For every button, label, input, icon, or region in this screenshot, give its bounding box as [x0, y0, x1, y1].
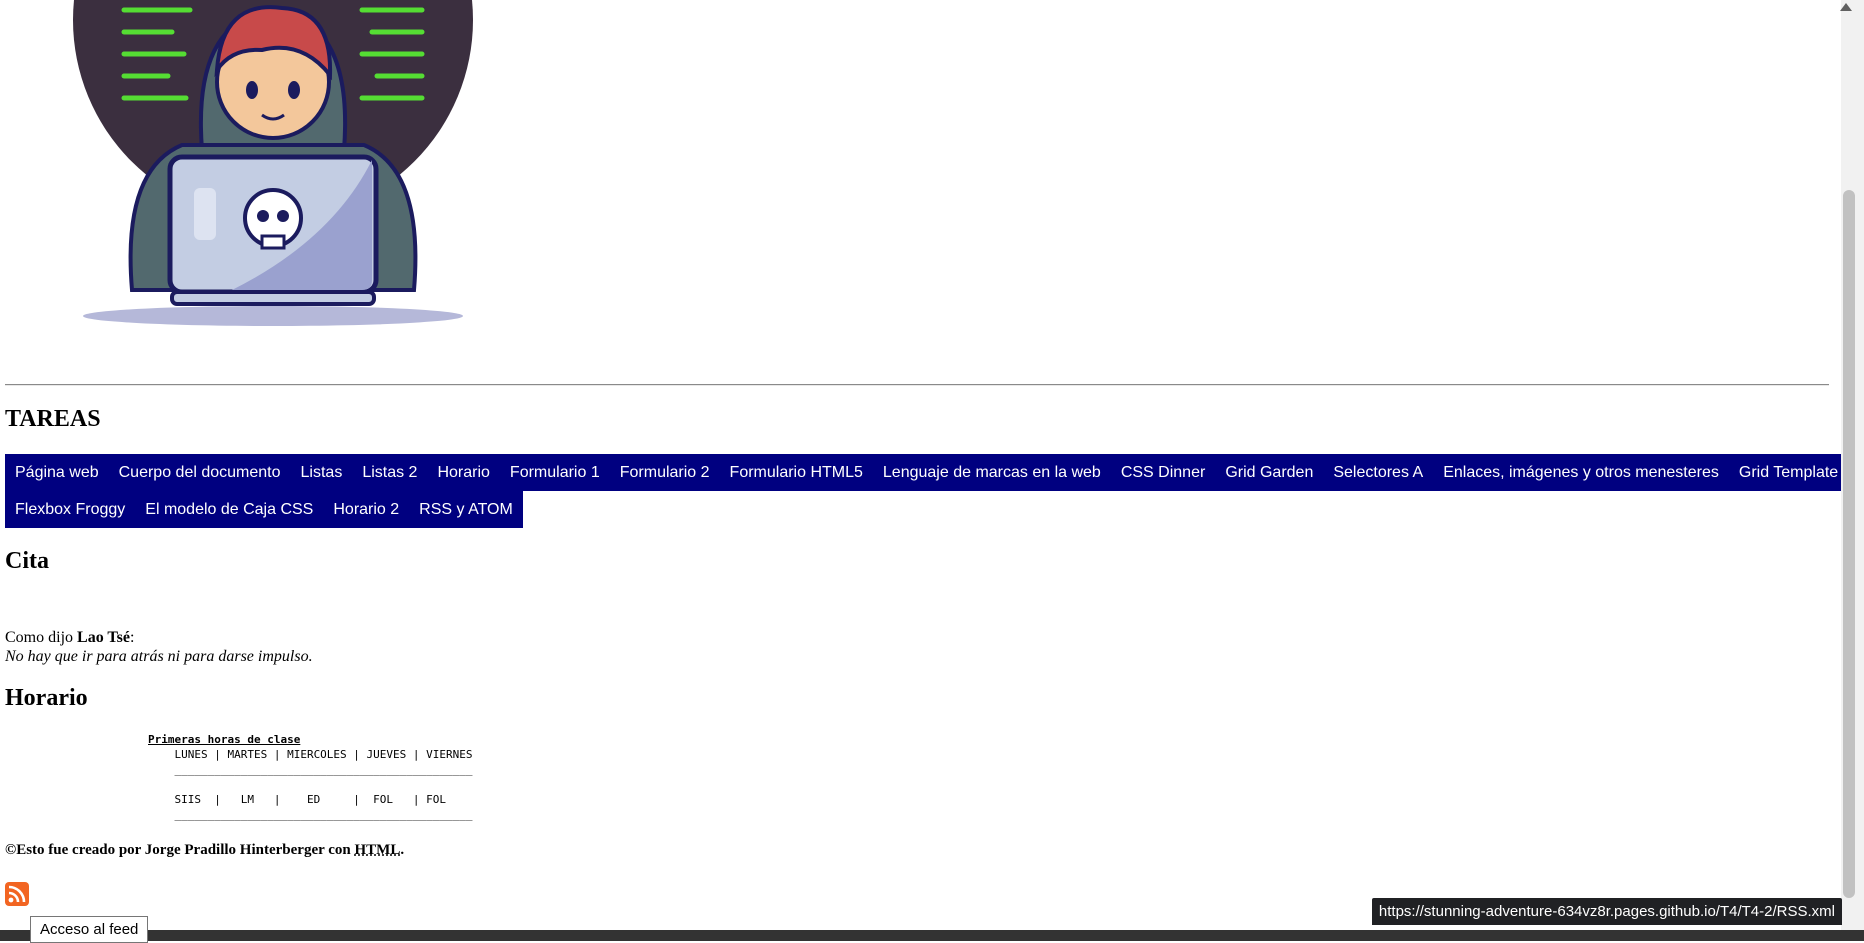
hacker-illustration: [73, 0, 473, 326]
cita-heading: Cita: [5, 548, 49, 574]
nav-link[interactable]: Formulario HTML5: [719, 454, 873, 491]
html-abbr: HTML: [354, 842, 401, 858]
nav-link[interactable]: Flexbox Froggy: [5, 491, 136, 528]
schedule-line: LUNES | MARTES | MIERCOLES | JUEVES | VI…: [148, 748, 473, 761]
nav-link[interactable]: Grid Template Areas: [1728, 454, 1841, 491]
schedule-line: SIIS | LM | ED | FOL | FOL: [148, 793, 447, 806]
schedule-table: Primeras horas de clase LUNES | MARTES |…: [148, 732, 473, 822]
nav-link[interactable]: Formulario 2: [609, 454, 720, 491]
nav-link[interactable]: Listas: [290, 454, 353, 491]
nav-row-1: Página web Cuerpo del documento Listas L…: [5, 454, 1841, 491]
nav-link[interactable]: Cuerpo del documento: [108, 454, 291, 491]
quote-intro: Como dijo: [5, 629, 78, 646]
web-page: TAREAS Página web Cuerpo del documento L…: [0, 0, 1841, 930]
scrollbar-thumb[interactable]: [1843, 190, 1855, 898]
nav-link[interactable]: Horario 2: [323, 491, 410, 528]
nav-link[interactable]: Formulario 1: [499, 454, 610, 491]
horizontal-rule: [5, 384, 1829, 386]
nav-link[interactable]: RSS y ATOM: [409, 491, 523, 528]
schedule-line: ________________________________________…: [148, 808, 473, 821]
quote-author: Lao Tsé: [77, 629, 130, 646]
rss-feed-icon[interactable]: [5, 882, 29, 906]
footer-end: .: [400, 842, 405, 858]
schedule-line: ________________________________________…: [148, 763, 473, 776]
horario-heading: Horario: [5, 685, 88, 711]
nav-link[interactable]: Horario: [427, 454, 500, 491]
footer-credits: ©Esto fue creado por Jorge Pradillo Hint…: [5, 842, 404, 859]
quote-colon: :: [129, 629, 135, 646]
footer-text: ©Esto fue creado por Jorge Pradillo Hint…: [5, 842, 355, 858]
window-bottom-edge: [0, 930, 1864, 941]
tooltip: Acceso al feed: [30, 916, 149, 943]
schedule-title: Primeras horas de clase: [148, 733, 301, 746]
quote-text: No hay que ir para atrás ni para darse i…: [5, 648, 313, 665]
nav-link[interactable]: Grid Garden: [1215, 454, 1324, 491]
quote-block: Como dijo Lao Tsé: No hay que ir para at…: [5, 628, 313, 666]
task-navigation: Página web Cuerpo del documento Listas L…: [5, 454, 1841, 528]
tareas-heading: TAREAS: [5, 406, 101, 432]
nav-link[interactable]: Lenguaje de marcas en la web: [872, 454, 1111, 491]
nav-link[interactable]: Enlaces, imágenes y otros menesteres: [1433, 454, 1729, 491]
status-bar-url: https://stunning-adventure-634vz8r.pages…: [1371, 898, 1842, 925]
nav-row-2: Flexbox Froggy El modelo de Caja CSS Hor…: [5, 491, 1800, 528]
nav-link[interactable]: Listas 2: [352, 454, 428, 491]
nav-link[interactable]: El modelo de Caja CSS: [135, 491, 324, 528]
nav-link[interactable]: Página web: [5, 454, 109, 491]
nav-link[interactable]: Selectores A: [1323, 454, 1434, 491]
nav-link[interactable]: CSS Dinner: [1110, 454, 1216, 491]
scroll-up-arrow-icon[interactable]: [1840, 3, 1852, 11]
